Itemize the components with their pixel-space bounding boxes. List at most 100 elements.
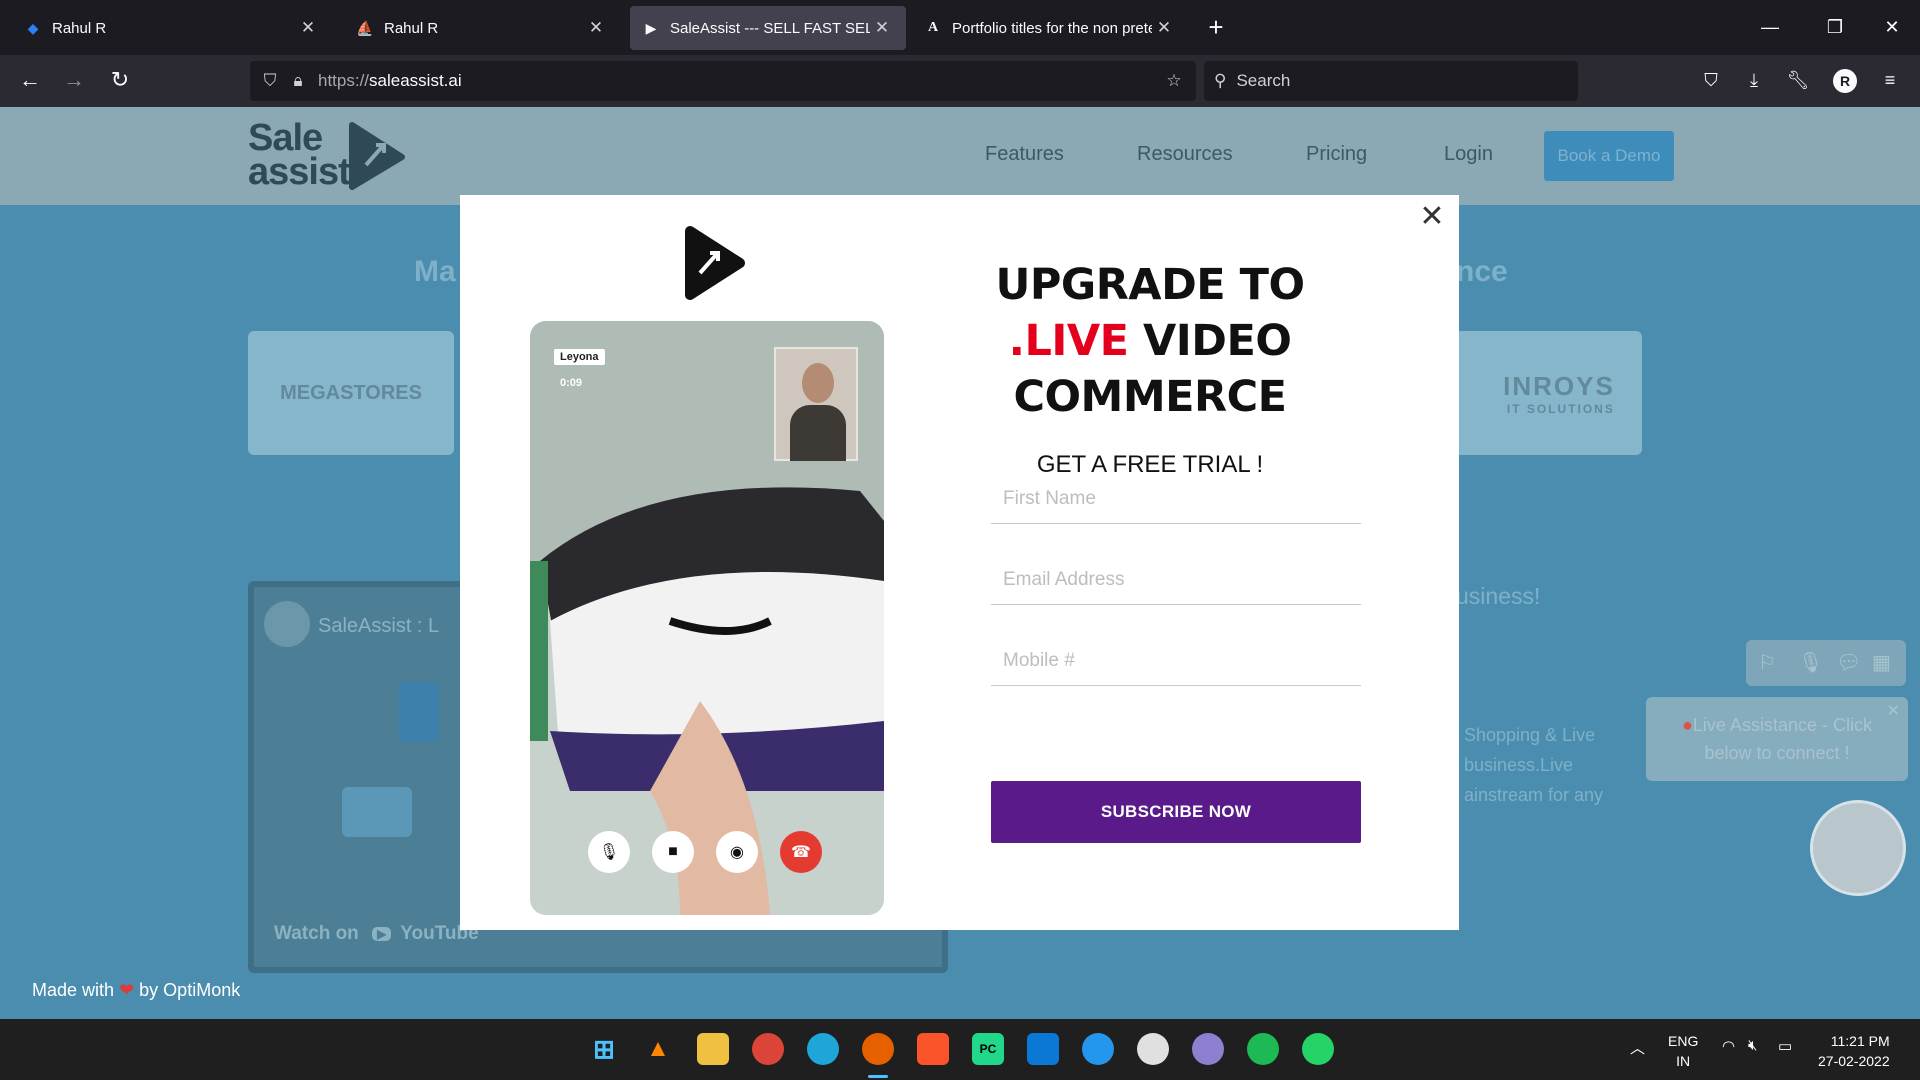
clock[interactable]: 11:21 PM 27-02-2022 [1818,1031,1890,1071]
hamburger-menu-icon[interactable]: ≡ [1872,63,1908,99]
wifi-icon[interactable]: ◠ [1722,1037,1735,1055]
search-icon: ⚲ [1214,71,1227,90]
section-heading-left: Ma [414,255,456,288]
chat-icon[interactable]: 💬︎ [1836,650,1861,675]
live-assistance-popup[interactable]: ●Live Assistance - Click below to connec… [1646,697,1908,781]
bookmark-star-icon[interactable]: ☆ [1160,71,1188,91]
reload-icon[interactable]: ↻ [102,63,138,99]
brave-icon[interactable] [917,1033,949,1065]
calendar-icon[interactable]: ▦ [1872,650,1891,675]
url-text: https://saleassist.ai [318,71,462,90]
nav-resources[interactable]: Resources [1137,143,1233,166]
windows-start-icon[interactable]: ⊞ [588,1033,620,1065]
search-bar[interactable]: ⚲ Search [1204,61,1578,101]
channel-avatar [264,601,310,647]
tab-rahul-1[interactable]: ◆ Rahul R ✕ [12,6,332,50]
nav-login[interactable]: Login [1444,143,1493,166]
pocket-icon[interactable]: ⛉ [1693,63,1729,99]
tab-rahul-2[interactable]: ⛵ Rahul R ✕ [344,6,620,50]
close-tab-icon[interactable]: ✕ [870,18,894,38]
navigation-bar: ← → ↻ ⛉ 🔒︎ https://saleassist.ai ☆ ⚲ Sea… [0,55,1920,107]
body-line-3: ainstream for any [1464,785,1604,805]
video-camera-icon[interactable]: ■ [652,831,694,873]
live-assistance-text: Live Assistance - Click below to connect… [1692,715,1872,763]
microphone-icon[interactable]: 🎙︎ [1798,650,1823,675]
address-bar[interactable]: ⛉ 🔒︎ https://saleassist.ai ☆ [250,61,1196,101]
user-card-icon [399,682,439,742]
lock-icon[interactable]: 🔒︎ [284,71,312,91]
slack-icon[interactable] [1137,1033,1169,1065]
site-header: Sale assist Features Resources Pricing L… [0,107,1920,205]
download-icon[interactable]: ⤓ [1736,63,1772,99]
battery-icon[interactable]: ▭ [1778,1037,1792,1055]
chat-bubble-icon [342,787,412,837]
site-logo[interactable]: Sale assist [248,119,351,191]
saleassist-play-icon: ▶ [645,19,657,36]
ship-icon: ⛵ [356,19,374,36]
back-arrow-icon[interactable]: ← [12,63,48,99]
video-call-preview: Leyona 0:09 🎙︎ ■ ◉ ☎︎ [530,321,884,915]
forward-arrow-icon[interactable]: → [56,63,92,99]
optimonk-credit[interactable]: Made with ❤ by OptiMonk [32,980,240,1001]
vlc-icon[interactable]: ▲ [642,1033,674,1065]
watch-on-youtube[interactable]: Watch on ▶ YouTube [274,923,479,945]
close-tab-icon[interactable]: ✕ [1152,18,1176,38]
shield-icon[interactable]: ⛉ [256,71,284,91]
client-logo-inroys: INROYS IT SOLUTIONS [1436,331,1642,455]
active-app-indicator [868,1075,888,1078]
firefox-icon[interactable] [862,1033,894,1065]
body-line-2: business.Live [1464,755,1574,775]
business-text: usiness! [1456,583,1541,609]
wrench-icon[interactable]: 🔧︎ [1780,63,1816,99]
mobile-field[interactable] [991,636,1361,686]
profile-avatar[interactable]: R [1833,69,1857,93]
tab-bar: ◆ Rahul R ✕ ⛵ Rahul R ✕ ▶ SaleAssist ---… [0,0,1920,55]
docker-icon[interactable] [1082,1033,1114,1065]
rocket-play-icon [349,122,405,190]
letter-a-icon: A [927,20,939,35]
tab-portfolio[interactable]: A Portfolio titles for the non pretentio… [912,6,1188,50]
camera-flip-icon[interactable]: ◉ [716,831,758,873]
whatsapp-icon[interactable] [1302,1033,1334,1065]
close-icon[interactable]: ✕ [1417,202,1447,233]
upgrade-modal: ✕ Leyona 0:09 🎙︎ ■ ◉ ☎︎ UPGRADE TO .LIVE… [460,195,1459,930]
assistance-toolbar: ⚐ 🎙︎ 💬︎ ▦ [1746,640,1906,686]
window-close-icon[interactable]: ✕ [1872,12,1912,44]
email-field[interactable] [991,555,1361,605]
section-heading-right: nce [1456,255,1508,288]
subscribe-button[interactable]: SUBSCRIBE NOW [991,781,1361,843]
language-indicator[interactable]: ENG IN [1668,1031,1698,1071]
restore-icon[interactable]: ❐ [1815,12,1855,44]
book-demo-button[interactable]: Book a Demo [1544,131,1674,181]
saleassist-rocket-icon [685,226,745,300]
youtube-logo-icon: ▶ [372,926,392,941]
chevron-up-icon[interactable]: ︿ [1630,1037,1645,1058]
new-tab-button[interactable]: + [1200,12,1232,44]
file-explorer-icon[interactable] [697,1033,729,1065]
spotify-icon[interactable] [1247,1033,1279,1065]
tab-saleassist[interactable]: ▶ SaleAssist --- SELL FAST SELL LIVE ✕ [630,6,906,50]
minimize-icon[interactable]: — [1750,12,1790,44]
end-call-icon[interactable]: ☎︎ [780,831,822,873]
live-dot-icon: ● [1682,715,1693,735]
call-timer: 0:09 [560,377,583,389]
vscode-icon[interactable] [1027,1033,1059,1065]
close-assistance-icon[interactable]: ✕ [1887,701,1900,721]
first-name-field[interactable] [991,474,1361,524]
tor-icon[interactable] [1192,1033,1224,1065]
client-logo-megastores: MEGASTORES [248,331,454,455]
translate-icon[interactable]: ⚐ [1758,650,1776,675]
assistant-avatar[interactable] [1810,800,1906,896]
speaker-muted-icon[interactable]: 🔇︎ [1748,1037,1757,1054]
video-title: SaleAssist : L [318,615,440,637]
edge-icon[interactable] [807,1033,839,1065]
nav-pricing[interactable]: Pricing [1306,143,1367,166]
agent-video-thumbnail [774,347,858,461]
close-tab-icon[interactable]: ✕ [584,18,608,38]
close-tab-icon[interactable]: ✕ [296,18,320,38]
chrome-icon[interactable] [752,1033,784,1065]
microphone-icon[interactable]: 🎙︎ [588,831,630,873]
caller-name: Leyona [554,349,605,365]
pycharm-icon[interactable]: PC [972,1033,1004,1065]
nav-features[interactable]: Features [985,143,1064,166]
